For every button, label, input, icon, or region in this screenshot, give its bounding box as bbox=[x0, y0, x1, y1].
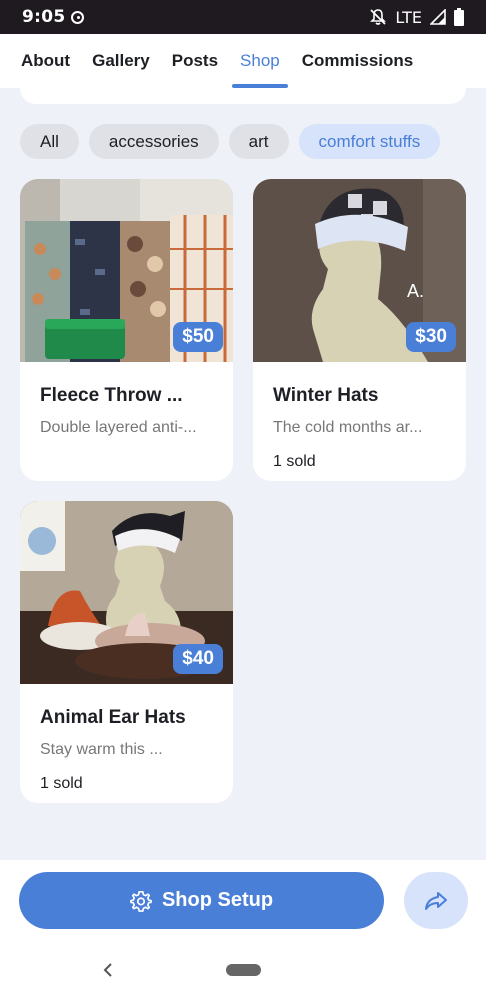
category-chips: All accessories art comfort stuffs bbox=[20, 124, 441, 159]
search-bar[interactable] bbox=[20, 88, 466, 104]
product-image: $40 bbox=[20, 501, 233, 684]
notifications-off-icon bbox=[370, 9, 387, 25]
image-watermark-text: A. bbox=[407, 281, 424, 301]
product-description: Stay warm this ... bbox=[40, 741, 163, 758]
status-bar: 9:05 LTE bbox=[0, 0, 486, 34]
status-time: 9:05 bbox=[22, 7, 66, 27]
chip-accessories[interactable]: accessories bbox=[88, 124, 219, 159]
product-title: Fleece Throw ... bbox=[40, 385, 183, 406]
share-button[interactable] bbox=[404, 872, 468, 929]
tab-shop[interactable]: Shop bbox=[232, 34, 288, 88]
product-card-animal-ear-hats[interactable]: $40 Animal Ear Hats Stay warm this ... 1… bbox=[20, 501, 233, 803]
chip-comfort-stuffs[interactable]: comfort stuffs bbox=[298, 124, 441, 159]
product-description: The cold months ar... bbox=[273, 419, 423, 436]
price-badge: $30 bbox=[406, 322, 456, 352]
product-image: A. $30 bbox=[253, 179, 466, 362]
home-nav-pill[interactable] bbox=[226, 964, 261, 976]
product-card-winter-hats[interactable]: A. $30 Winter Hats The cold months ar...… bbox=[253, 179, 466, 481]
chip-all[interactable]: All bbox=[20, 124, 79, 159]
product-description: Double layered anti-... bbox=[40, 419, 197, 436]
tab-gallery[interactable]: Gallery bbox=[92, 34, 150, 88]
price-badge: $40 bbox=[173, 644, 223, 674]
sold-count: 1 sold bbox=[273, 453, 316, 470]
sold-count: 1 sold bbox=[40, 775, 83, 792]
bottom-action-bar: Shop Setup bbox=[0, 860, 486, 1000]
chip-art[interactable]: art bbox=[228, 124, 289, 159]
product-title: Animal Ear Hats bbox=[40, 707, 186, 728]
tab-commissions[interactable]: Commissions bbox=[302, 34, 413, 88]
tab-about[interactable]: About bbox=[21, 34, 70, 88]
product-image: $50 bbox=[20, 179, 233, 362]
chat-notification-icon bbox=[71, 10, 85, 24]
gear-icon bbox=[130, 890, 152, 912]
price-badge: $50 bbox=[173, 322, 223, 352]
back-nav-icon[interactable] bbox=[100, 960, 116, 980]
shop-setup-label: Shop Setup bbox=[161, 889, 274, 911]
battery-icon bbox=[454, 8, 464, 26]
profile-tabs: About Gallery Posts Shop Commissions bbox=[0, 34, 486, 88]
share-icon bbox=[425, 891, 447, 910]
signal-icon bbox=[430, 9, 446, 25]
product-title: Winter Hats bbox=[273, 385, 379, 406]
tab-posts[interactable]: Posts bbox=[172, 34, 218, 88]
product-card-fleece-throw[interactable]: $50 Fleece Throw ... Double layered anti… bbox=[20, 179, 233, 481]
shop-setup-button[interactable]: Shop Setup bbox=[19, 872, 384, 929]
network-type: LTE bbox=[395, 7, 422, 27]
